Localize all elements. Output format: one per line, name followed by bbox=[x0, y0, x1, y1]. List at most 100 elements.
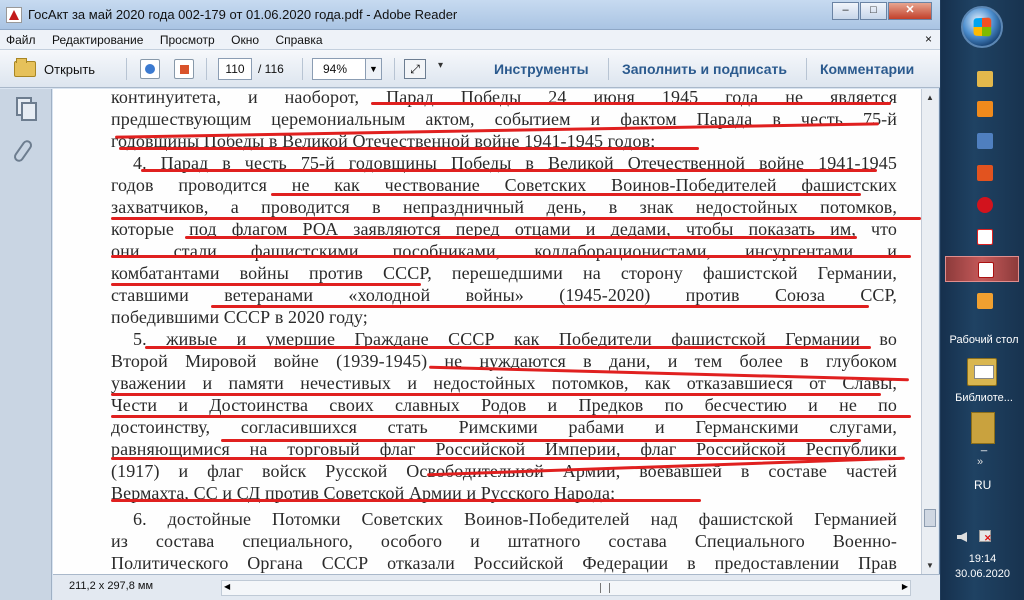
menu-bar: Файл Редактирование Просмотр Окно Справк… bbox=[0, 30, 940, 50]
minimize-button[interactable]: – bbox=[832, 2, 859, 20]
library-label[interactable]: Библиоте... bbox=[943, 392, 1024, 404]
taskbar-media-player[interactable] bbox=[945, 96, 1019, 122]
navigation-panel bbox=[0, 89, 52, 600]
doc-line: Чести и Достоинства своих славных Родов … bbox=[111, 395, 897, 415]
yandex-icon bbox=[977, 229, 993, 245]
taskbar-settings-app[interactable] bbox=[945, 288, 1019, 314]
doc-line: Политического Органа СССР отказали Росси… bbox=[111, 553, 897, 573]
menu-file[interactable]: Файл bbox=[0, 30, 42, 50]
desktop-label[interactable]: Рабочий стол bbox=[943, 334, 1024, 346]
close-document-icon[interactable]: × bbox=[925, 32, 932, 46]
pdf-app-icon bbox=[6, 7, 22, 23]
clock-time: 19:14 bbox=[968, 553, 997, 565]
chevron-down-icon[interactable]: ▼ bbox=[365, 59, 381, 79]
scroll-left-icon[interactable]: ◀ bbox=[224, 582, 230, 591]
folder-label: _ bbox=[980, 440, 988, 452]
scroll-down-icon[interactable]: ▼ bbox=[924, 561, 936, 570]
menu-help[interactable]: Справка bbox=[269, 30, 328, 50]
open-label: Открыть bbox=[44, 61, 96, 77]
comments-button[interactable]: Комментарии bbox=[820, 61, 914, 77]
red-underline-annotation bbox=[141, 169, 877, 172]
window-title: ГосАкт за май 2020 года 002-179 от 01.06… bbox=[28, 7, 458, 22]
volume-icon[interactable] bbox=[957, 532, 967, 542]
red-underline-annotation bbox=[185, 236, 857, 239]
doc-line: континуитета, и наоборот, Парад Победы 2… bbox=[111, 89, 897, 107]
red-underline-annotation bbox=[111, 283, 421, 286]
adobe-reader-window: ГосАкт за май 2020 года 002-179 от 01.06… bbox=[0, 0, 940, 600]
floppy-icon bbox=[977, 133, 993, 149]
explorer-icon bbox=[977, 71, 993, 87]
scrollbar-grip[interactable] bbox=[600, 583, 610, 593]
taskbar: Рабочий стол Библиоте... _ » RU 19:14 30… bbox=[941, 0, 1024, 600]
settings-app-icon bbox=[977, 293, 993, 309]
taskbar-save[interactable] bbox=[945, 128, 1019, 154]
open-button[interactable]: Открыть bbox=[14, 58, 95, 80]
menu-view[interactable]: Просмотр bbox=[154, 30, 221, 50]
red-underline-annotation bbox=[111, 499, 701, 502]
title-bar[interactable]: ГосАкт за май 2020 года 002-179 от 01.06… bbox=[0, 0, 940, 30]
doc-line: комбатантами войны против СССР, перешедш… bbox=[111, 263, 897, 283]
red-underline-annotation bbox=[111, 217, 921, 220]
expand-chevron-icon[interactable]: » bbox=[977, 456, 983, 468]
taskbar-p-app[interactable] bbox=[945, 160, 1019, 186]
share-icon[interactable] bbox=[140, 59, 160, 79]
taskbar-opera[interactable] bbox=[945, 192, 1019, 218]
zoom-value: 94% bbox=[323, 62, 348, 76]
doc-line: ставшими ветеранами «холодной войны» (19… bbox=[111, 285, 897, 305]
tools-button[interactable]: Инструменты bbox=[494, 61, 589, 77]
red-underline-annotation bbox=[371, 102, 891, 105]
red-underline-annotation bbox=[119, 147, 699, 150]
toolbar-divider bbox=[608, 58, 609, 80]
red-underline-annotation bbox=[221, 439, 861, 442]
vertical-scrollbar[interactable]: ▲ ▼ bbox=[921, 89, 938, 574]
page-thumbnails-icon[interactable] bbox=[16, 97, 37, 121]
taskbar-yandex[interactable] bbox=[945, 224, 1019, 250]
network-disconnected-icon[interactable] bbox=[979, 530, 992, 544]
maximize-button[interactable]: □ bbox=[860, 2, 887, 20]
clock-date: 30.06.2020 bbox=[954, 568, 1011, 580]
page-number-input[interactable]: 110 bbox=[218, 58, 252, 80]
taskbar-explorer[interactable] bbox=[945, 66, 1019, 92]
scrollbar-thumb[interactable] bbox=[924, 509, 936, 527]
toolbar-divider bbox=[206, 58, 207, 80]
toolbar-divider bbox=[394, 58, 395, 80]
fit-page-icon[interactable]: ⤢ bbox=[404, 59, 426, 79]
system-clock[interactable]: 19:14 30.06.2020 bbox=[941, 552, 1024, 582]
p-app-icon bbox=[977, 165, 993, 181]
red-underline-annotation bbox=[111, 255, 911, 258]
toolbar-divider bbox=[806, 58, 807, 80]
doc-line: достоинству, согласившихся стать Римским… bbox=[111, 417, 897, 437]
pdf-page: континуитета, и наоборот, Парад Победы 2… bbox=[53, 89, 921, 574]
doc-line: победившими СССР в 2020 году; bbox=[111, 307, 368, 327]
red-underline-annotation bbox=[111, 457, 901, 460]
zoom-select[interactable]: 94% ▼ bbox=[312, 58, 382, 80]
red-underline-annotation bbox=[111, 415, 911, 418]
toolbar-more-icon[interactable]: ▾ bbox=[438, 60, 443, 71]
toolbar-divider bbox=[302, 58, 303, 80]
media-player-icon bbox=[977, 101, 993, 117]
doc-line: они стали фашистскими пособниками, колла… bbox=[111, 241, 897, 261]
page-total: / 116 bbox=[258, 62, 284, 76]
start-button[interactable] bbox=[961, 6, 1003, 48]
library-icon[interactable] bbox=[967, 358, 997, 386]
menu-edit[interactable]: Редактирование bbox=[46, 30, 149, 50]
red-underline-annotation bbox=[271, 193, 861, 196]
sign-document-icon[interactable] bbox=[174, 59, 194, 79]
language-indicator[interactable]: RU bbox=[974, 478, 991, 492]
doc-line: из состава специального, особого и штатн… bbox=[111, 531, 897, 551]
doc-line: захватчиков, а проводится в непраздничны… bbox=[111, 197, 897, 217]
close-button[interactable]: ✕ bbox=[888, 2, 932, 20]
menu-window[interactable]: Окно bbox=[225, 30, 265, 50]
taskbar-adobe-reader[interactable] bbox=[945, 256, 1019, 282]
toolbar-divider bbox=[126, 58, 127, 80]
attachments-icon[interactable] bbox=[12, 138, 34, 164]
scroll-right-icon[interactable]: ▶ bbox=[902, 582, 908, 591]
horizontal-scrollbar[interactable]: ◀ ▶ bbox=[221, 580, 911, 596]
doc-line: 6. достойные Потомки Советских Воинов-По… bbox=[133, 509, 897, 529]
red-underline-annotation bbox=[211, 305, 869, 308]
document-view[interactable]: континуитета, и наоборот, Парад Победы 2… bbox=[53, 89, 921, 574]
folder-icon bbox=[14, 58, 36, 77]
fill-sign-button[interactable]: Заполнить и подписать bbox=[622, 61, 787, 77]
toolbar: Открыть 110 / 116 94% ▼ ⤢ ▾ Инструменты … bbox=[0, 50, 940, 88]
scroll-up-icon[interactable]: ▲ bbox=[924, 93, 936, 102]
